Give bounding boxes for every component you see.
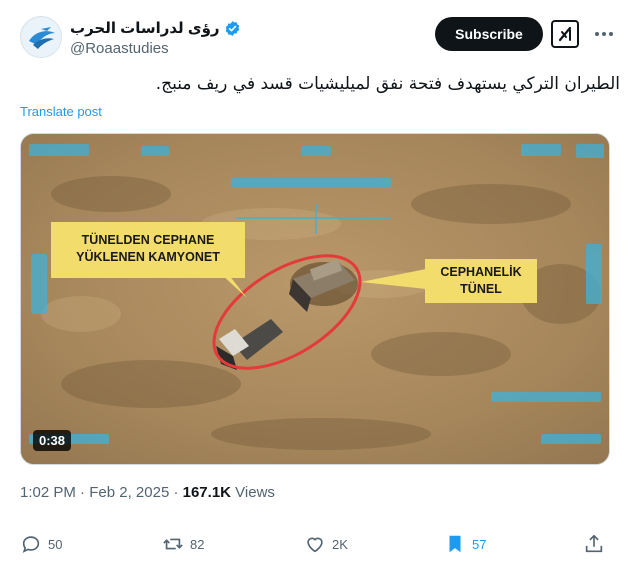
reply-button[interactable]: 50	[20, 532, 62, 556]
roaa-logo-icon	[22, 18, 61, 57]
label-right-line1: CEPHANELİK	[440, 264, 521, 279]
avatar[interactable]	[20, 16, 62, 58]
subscribe-button[interactable]: Subscribe	[435, 17, 543, 51]
author-handle[interactable]: @Roaastudies	[70, 40, 241, 57]
reply-count: 50	[48, 536, 63, 552]
post-header: رؤى لدراسات الحرب @Roaastudies Subscribe	[20, 14, 620, 64]
views-count: 167.1K	[182, 484, 231, 501]
bookmark-button[interactable]: 57	[444, 532, 486, 556]
views-label: Views	[235, 484, 275, 501]
bookmark-icon	[449, 535, 461, 553]
label-left-line1: TÜNELDEN CEPHANE	[82, 232, 215, 247]
verified-badge-icon	[225, 20, 239, 36]
post-time[interactable]: 1:02 PM	[20, 484, 76, 501]
bookmark-count: 57	[472, 536, 487, 552]
label-right-line2: TÜNEL	[460, 281, 502, 296]
more-options-icon[interactable]	[592, 22, 616, 46]
meta-separator: ·	[80, 484, 86, 501]
post-meta: 1:02 PM · Feb 2, 2025 · 167.1K Views	[20, 484, 275, 501]
video-duration: 0:38	[33, 430, 72, 451]
label-left-line2: YÜKLENEN KAMYONET	[76, 249, 220, 264]
post-text: الطيران التركي يستهدف فتحة نفق لميليشيات…	[155, 74, 620, 94]
share-icon	[585, 534, 603, 553]
repost-count: 82	[190, 536, 205, 552]
author-names: رؤى لدراسات الحرب @Roaastudies	[70, 18, 241, 57]
repost-icon	[163, 538, 183, 550]
like-button[interactable]: 2K	[304, 532, 348, 556]
post-date[interactable]: Feb 2, 2025	[89, 484, 169, 501]
repost-button[interactable]: 82	[162, 532, 204, 556]
share-button[interactable]	[583, 532, 605, 556]
grok-icon[interactable]	[551, 20, 579, 48]
heart-icon	[307, 537, 323, 553]
post-video[interactable]: TÜNELDEN CEPHANE YÜKLENEN KAMYONET CEPHA…	[20, 133, 610, 465]
action-bar: 50 82 2K 57	[20, 532, 620, 558]
like-count: 2K	[332, 536, 348, 552]
author-display-name[interactable]: رؤى لدراسات الحرب	[70, 19, 220, 37]
translate-post-link[interactable]: Translate post	[20, 104, 102, 119]
meta-separator-2: ·	[173, 484, 179, 501]
reply-icon	[22, 536, 40, 553]
drone-footage-frame: TÜNELDEN CEPHANE YÜKLENEN KAMYONET CEPHA…	[21, 134, 609, 464]
